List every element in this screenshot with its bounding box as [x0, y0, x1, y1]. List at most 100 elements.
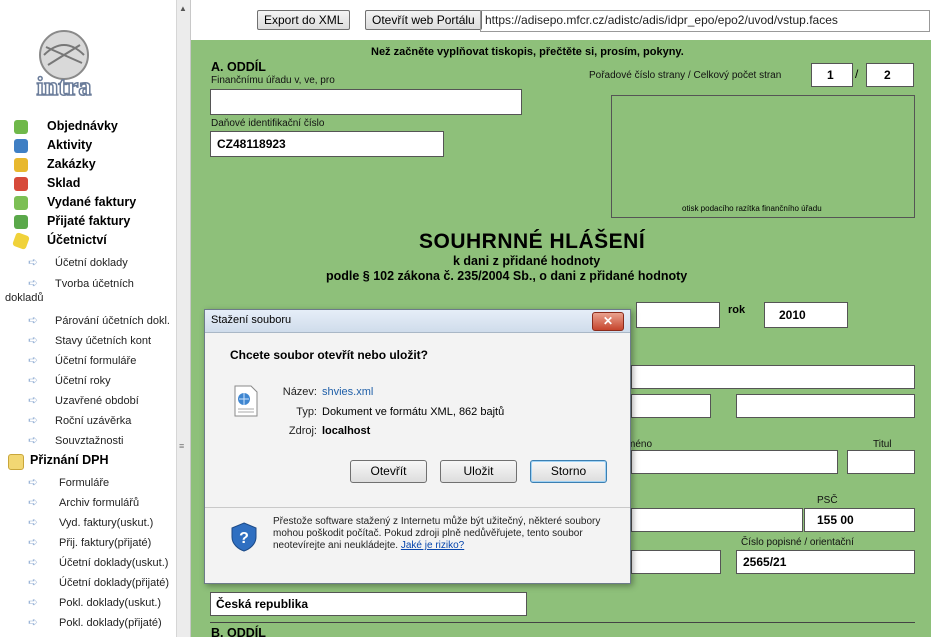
sidebar-subitem-correlations[interactable]: ➪ Souvztažnosti	[0, 432, 176, 451]
sidebar-item-label: Pokl. doklady(uskut.)	[59, 597, 162, 609]
sidebar-item-issued-invoices[interactable]: Vydané faktury	[0, 194, 190, 213]
sidebar: intra Objednávky Aktivity Zakázky Sklad …	[0, 0, 191, 637]
file-type-label: Typ:	[296, 406, 317, 418]
url-field[interactable]: https://adisepo.mfcr.cz/adistc/adis/idpr…	[480, 10, 930, 32]
arrow-icon: ➪	[28, 255, 39, 269]
sidebar-subitem-issued-invoices-vat[interactable]: ➪ Vyd. faktury(uskut.)	[0, 514, 176, 533]
first-name-field[interactable]	[631, 450, 838, 474]
country-field[interactable]: Česká republika	[210, 592, 527, 616]
arrow-icon: ➪	[28, 615, 39, 629]
title-label: Titul	[873, 439, 892, 450]
export-xml-button[interactable]: Export do XML	[257, 10, 351, 30]
sidebar-subitem-cash-docs-received[interactable]: ➪ Pokl. doklady(přijaté)	[0, 614, 176, 633]
house-number-field[interactable]: 2565/21	[736, 550, 915, 574]
arrow-icon: ➪	[28, 313, 39, 327]
house-number-value: 2565/21	[743, 555, 787, 569]
arrow-icon: ➪	[28, 373, 39, 387]
sidebar-item-accounting[interactable]: Účetnictví	[0, 232, 190, 251]
field-a[interactable]	[631, 394, 711, 418]
sidebar-item-jobs[interactable]: Zakázky	[0, 156, 190, 175]
dialog-title: Stažení souboru	[211, 314, 292, 326]
arrow-icon: ➪	[28, 595, 39, 609]
page-current-value: 1	[827, 68, 834, 82]
sidebar-item-orders[interactable]: Objednávky	[0, 118, 190, 137]
sidebar-item-label: Vyd. faktury(uskut.)	[59, 517, 154, 529]
sidebar-subitem-accounting-docs[interactable]: ➪ Účetní doklady	[0, 254, 176, 273]
sidebar-subitem-accounting-years[interactable]: ➪ Účetní roky	[0, 372, 176, 391]
folder-open-icon	[8, 454, 24, 470]
file-name-value: shvies.xml	[322, 386, 374, 398]
arrow-icon: ➪	[28, 535, 39, 549]
toolbar: Export do XML Otevřít web Portálu https:…	[191, 0, 931, 36]
sidebar-item-label: Aktivity	[47, 138, 93, 152]
psc-label: PSČ	[817, 495, 838, 506]
sidebar-item-received-invoices[interactable]: Přijaté faktury	[0, 213, 190, 232]
field-b[interactable]	[736, 394, 915, 418]
orders-icon	[14, 120, 28, 134]
tax-id-field[interactable]: CZ48118923	[210, 131, 444, 157]
sidebar-item-label: Účetní roky	[55, 375, 111, 387]
sidebar-item-label: Účetní doklady(uskut.)	[59, 557, 169, 569]
street-field[interactable]	[631, 508, 803, 532]
city-field[interactable]	[631, 550, 721, 574]
svg-text:?: ?	[239, 530, 249, 547]
sidebar-subitem-cash-docs-issued[interactable]: ➪ Pokl. doklady(uskut.)	[0, 594, 176, 613]
sidebar-item-label: Pokl. doklady(přijaté)	[59, 617, 162, 629]
sidebar-subitem-accounting-docs-issued[interactable]: ➪ Účetní doklady(uskut.)	[0, 554, 176, 573]
arrow-icon: ➪	[28, 575, 39, 589]
sidebar-subitem-pairing[interactable]: ➪ Párování účetních dokl.	[0, 312, 176, 331]
page-total-field[interactable]: 2	[866, 63, 914, 87]
file-source-value: localhost	[322, 425, 371, 437]
page-separator: /	[855, 67, 859, 81]
page-current-field[interactable]: 1	[811, 63, 853, 87]
sidebar-item-label: Účetnictví	[47, 233, 107, 247]
sidebar-item-label: Formuláře	[59, 477, 110, 489]
open-portal-button[interactable]: Otevřít web Portálu	[365, 10, 482, 30]
scroll-up-icon[interactable]: ▲	[179, 4, 187, 13]
office-field[interactable]	[210, 89, 522, 115]
sidebar-item-label: Účetní doklady	[55, 257, 128, 269]
arrow-icon: ➪	[28, 333, 39, 347]
sidebar-item-warehouse[interactable]: Sklad	[0, 175, 190, 194]
house-number-label: Číslo popisné / orientační	[741, 537, 854, 548]
dialog-titlebar[interactable]: Stažení souboru ✕	[205, 310, 630, 333]
sidebar-subitem-year-end[interactable]: ➪ Roční uzávěrka	[0, 412, 176, 431]
title-field[interactable]	[847, 450, 915, 474]
form-title: SOUHRNNÉ HLÁŠENÍ	[419, 230, 646, 253]
security-shield-icon: ?	[231, 522, 257, 552]
sidebar-subitem-closed-periods[interactable]: ➪ Uzavřené období	[0, 392, 176, 411]
intra-logo: intra	[36, 30, 92, 101]
file-type-value: Dokument ve formátu XML, 862 bajtů	[322, 406, 505, 418]
sidebar-subitem-account-states[interactable]: ➪ Stavy účetních kont	[0, 332, 176, 351]
sidebar-item-vat[interactable]: Přiznání DPH	[0, 452, 190, 471]
sidebar-item-label: Tvorba účetních	[55, 278, 134, 290]
page-total-value: 2	[884, 68, 891, 82]
dialog-divider	[205, 507, 630, 508]
xml-file-icon	[234, 385, 258, 417]
stamp-label: otisk podacího razítka finančního úřadu	[682, 204, 822, 213]
sidebar-subitem-accounting-forms[interactable]: ➪ Účetní formuláře	[0, 352, 176, 371]
year-field[interactable]: 2010	[764, 302, 848, 328]
tax-id-value: CZ48118923	[217, 137, 286, 151]
save-button[interactable]: Uložit	[440, 460, 517, 483]
sidebar-subitem-form-archive[interactable]: ➪ Archiv formulářů	[0, 494, 176, 513]
page-number-label: Pořadové číslo strany / Celkový počet st…	[589, 70, 782, 81]
sidebar-scrollbar[interactable]: ▲ ≡	[176, 0, 190, 637]
name-field[interactable]	[631, 365, 915, 389]
sidebar-subitem-accounting-docs-received[interactable]: ➪ Účetní doklady(přijaté)	[0, 574, 176, 593]
psc-field[interactable]: 155 00	[804, 508, 915, 532]
sidebar-subitem-vat-forms[interactable]: ➪ Formuláře	[0, 474, 176, 493]
dialog-question: Chcete soubor otevřít nebo uložit?	[230, 348, 429, 362]
risk-link[interactable]: Jaké je riziko?	[401, 540, 464, 551]
sidebar-item-label: Přijaté faktury	[47, 214, 131, 228]
open-button[interactable]: Otevřít	[350, 460, 427, 483]
section-b-heading: B. ODDÍL	[211, 626, 266, 640]
cancel-button[interactable]: Storno	[530, 460, 607, 483]
sidebar-item-activities[interactable]: Aktivity	[0, 137, 190, 156]
close-button[interactable]: ✕	[592, 312, 624, 331]
quarter-field[interactable]	[636, 302, 720, 328]
scroll-grip-icon[interactable]: ≡	[179, 441, 184, 451]
arrow-icon: ➪	[28, 515, 39, 529]
form-subtitle-1: k dani z přidané hodnoty	[453, 254, 601, 268]
sidebar-subitem-received-invoices-vat[interactable]: ➪ Přij. faktury(přijaté)	[0, 534, 176, 553]
